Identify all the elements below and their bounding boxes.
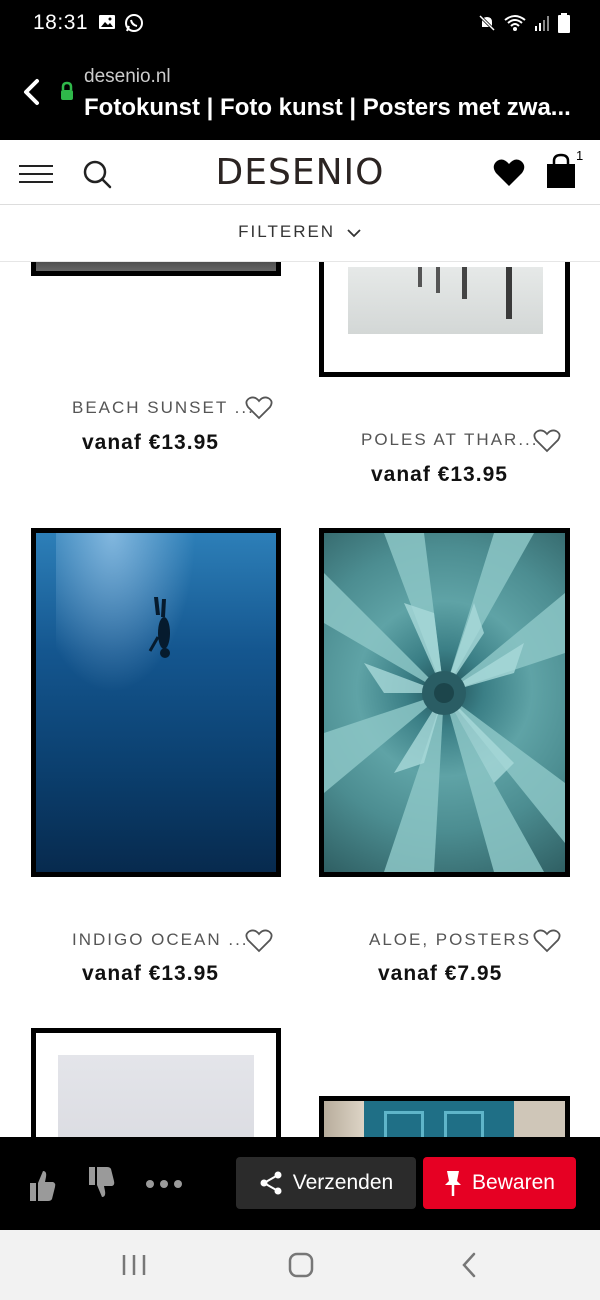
- filter-button[interactable]: FILTEREN: [0, 222, 600, 242]
- mute-icon: [478, 14, 496, 32]
- pin-action-bar: Verzenden Bewaren: [0, 1137, 600, 1230]
- shopping-bag-icon[interactable]: [546, 153, 576, 189]
- filter-bar[interactable]: FILTEREN: [0, 205, 600, 262]
- home-icon[interactable]: [288, 1252, 314, 1278]
- product-price: vanaf €13.95: [371, 463, 508, 486]
- wishlist-heart-icon[interactable]: [493, 158, 525, 188]
- filter-label: FILTEREN: [238, 222, 336, 241]
- cart-count-badge: 1: [576, 148, 584, 163]
- url-text[interactable]: desenio.nl: [84, 66, 171, 88]
- status-left-icons: [98, 13, 144, 33]
- product-title[interactable]: BEACH SUNSET ...: [72, 398, 255, 418]
- product-image-indigo-ocean[interactable]: [31, 528, 281, 877]
- browser-page-title[interactable]: Fotokunst | Foto kunst | Posters met zwa…: [84, 94, 584, 122]
- product-grid: BEACH SUNSET ... vanaf €13.95 POLES AT T…: [0, 262, 600, 1137]
- favorite-heart-icon[interactable]: [245, 396, 273, 420]
- browser-bar: desenio.nl Fotokunst | Foto kunst | Post…: [0, 48, 600, 140]
- favorite-heart-icon[interactable]: [245, 929, 273, 953]
- nav-back-icon[interactable]: [460, 1251, 478, 1279]
- pin-icon: [445, 1171, 462, 1196]
- product-title[interactable]: POLES AT THAR...: [361, 430, 539, 450]
- system-nav-bar: [0, 1230, 600, 1300]
- product-title[interactable]: ALOE, POSTERS: [369, 930, 531, 950]
- chevron-down-icon: [347, 228, 361, 237]
- whatsapp-icon: [125, 14, 143, 32]
- share-icon: [260, 1171, 282, 1195]
- product-price: vanaf €13.95: [82, 962, 219, 985]
- more-options-icon[interactable]: [144, 1178, 184, 1190]
- diver-silhouette: [148, 597, 170, 658]
- product-image-next-right[interactable]: [319, 1096, 570, 1137]
- product-image-beach-sunset[interactable]: [31, 262, 281, 276]
- lock-icon: [61, 81, 73, 100]
- product-price: vanaf €7.95: [378, 962, 503, 985]
- favorite-heart-icon[interactable]: [533, 929, 561, 953]
- send-button-label: Verzenden: [292, 1171, 394, 1194]
- poles-photo: [348, 267, 543, 334]
- thumbs-down-icon[interactable]: [85, 1165, 115, 1199]
- status-right-icons: [478, 13, 570, 33]
- wifi-icon: [504, 15, 526, 31]
- aloe-leaves: [324, 533, 565, 872]
- product-image-poles-at-thar[interactable]: [319, 262, 570, 377]
- status-time: 18:31: [33, 11, 89, 34]
- recent-apps-icon[interactable]: [121, 1253, 147, 1277]
- status-bar: 18:31: [0, 0, 600, 48]
- favorite-heart-icon[interactable]: [533, 429, 561, 453]
- thumbs-up-icon[interactable]: [26, 1169, 56, 1203]
- save-button[interactable]: Bewaren: [423, 1157, 576, 1209]
- save-button-label: Bewaren: [472, 1171, 555, 1194]
- back-arrow-icon[interactable]: [20, 78, 42, 106]
- product-image-aloe[interactable]: [319, 528, 570, 877]
- product-image-next-left[interactable]: [31, 1028, 281, 1137]
- battery-icon: [558, 13, 570, 33]
- product-title[interactable]: INDIGO OCEAN ...: [72, 930, 249, 950]
- site-header: DESENIO 1: [0, 140, 600, 205]
- image-icon: [99, 15, 115, 29]
- signal-icon: [535, 16, 549, 31]
- send-button[interactable]: Verzenden: [236, 1157, 416, 1209]
- product-price: vanaf €13.95: [82, 431, 219, 454]
